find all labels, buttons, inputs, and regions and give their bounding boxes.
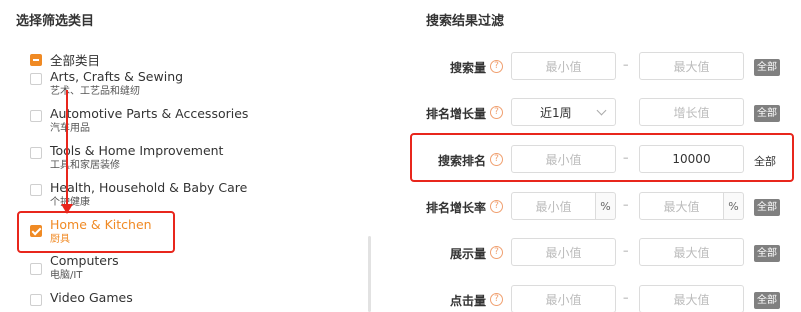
range-dash: – (623, 198, 629, 211)
checkbox[interactable] (30, 110, 42, 122)
category-label-en: Computers (50, 253, 119, 268)
percent-suffix: % (596, 192, 616, 220)
category-item-computers[interactable]: Computers 电脑/IT (30, 253, 119, 281)
category-all[interactable]: 全部类目 (30, 52, 100, 68)
category-label-zh: 电脑/IT (50, 269, 83, 281)
search-rank-max-input[interactable]: 10000 (639, 145, 744, 173)
search-rank-min-input[interactable]: 最小值 (511, 145, 616, 173)
checkbox[interactable] (30, 294, 42, 306)
checkbox[interactable] (30, 73, 42, 85)
all-button[interactable]: 全部 (754, 59, 780, 76)
filter-label-rank-growth: 排名增长量 (425, 107, 486, 121)
category-label-en: Automotive Parts & Accessories (50, 106, 249, 121)
category-label-zh: 个护健康 (50, 196, 90, 208)
all-button[interactable]: 全部 (754, 105, 780, 122)
category-label-en: Health, Household & Baby Care (50, 180, 248, 195)
category-all-label: 全部类目 (50, 53, 101, 68)
filter-label-search-rank: 搜索排名 (437, 154, 486, 168)
question-circle-icon[interactable]: ? (490, 60, 503, 73)
chevron-down-icon (596, 105, 607, 115)
filter-label-rank-growth-rate: 排名增长率 (425, 201, 486, 215)
search-volume-min-input[interactable]: 最小值 (511, 52, 616, 80)
impressions-max-input[interactable]: 最大值 (639, 238, 744, 266)
category-list-scrollbar[interactable] (368, 236, 371, 312)
annotation-arrow-line (66, 90, 68, 208)
rank-growth-rate-min-input[interactable]: 最小值 (511, 192, 596, 220)
filter-section-title: 搜索结果过滤 (426, 14, 505, 29)
category-label-zh: 艺术、工艺品和缝纫 (50, 85, 140, 97)
question-circle-icon[interactable]: ? (490, 106, 503, 119)
impressions-min-input[interactable]: 最小值 (511, 238, 616, 266)
period-select[interactable]: 近1周 (511, 98, 616, 126)
category-label-zh: 汽车用品 (50, 122, 90, 134)
category-label-en: Tools & Home Improvement (50, 143, 224, 158)
all-button[interactable]: 全部 (754, 153, 776, 169)
category-label-en: Arts, Crafts & Sewing (50, 69, 184, 84)
range-dash: – (623, 291, 629, 304)
category-item-tools[interactable]: Tools & Home Improvement 工具和家居装修 (30, 143, 224, 171)
percent-suffix: % (724, 192, 744, 220)
question-circle-icon[interactable]: ? (490, 246, 503, 259)
range-dash: – (623, 151, 629, 164)
search-volume-max-input[interactable]: 最大值 (639, 52, 744, 80)
category-item-arts-crafts[interactable]: Arts, Crafts & Sewing 艺术、工艺品和缝纫 (30, 69, 184, 97)
rank-growth-rate-max-input[interactable]: 最大值 (639, 192, 724, 220)
filter-label-clicks: 点击量 (449, 294, 486, 308)
all-button[interactable]: 全部 (754, 292, 780, 309)
filter-label-search-volume: 搜索量 (449, 61, 486, 75)
all-button[interactable]: 全部 (754, 199, 780, 216)
period-select-value: 近1周 (540, 105, 572, 120)
checkbox[interactable] (30, 263, 42, 275)
annotation-highlight-category (17, 211, 175, 253)
clicks-max-input[interactable]: 最大值 (639, 285, 744, 312)
question-circle-icon[interactable]: ? (490, 293, 503, 306)
category-item-automotive[interactable]: Automotive Parts & Accessories 汽车用品 (30, 106, 249, 134)
rank-growth-input[interactable]: 增长值 (639, 98, 744, 126)
range-dash: – (623, 244, 629, 257)
question-circle-icon[interactable]: ? (490, 200, 503, 213)
question-circle-icon[interactable]: ? (490, 153, 503, 166)
checkbox[interactable] (30, 184, 42, 196)
filter-label-impressions: 展示量 (449, 247, 486, 261)
range-dash: – (623, 58, 629, 71)
category-label-zh: 工具和家居装修 (50, 159, 120, 171)
category-label-en: Video Games (50, 290, 133, 305)
checkbox-indeterminate-icon[interactable] (30, 54, 42, 66)
category-item-video-games[interactable]: Video Games (30, 290, 133, 306)
checkbox[interactable] (30, 147, 42, 159)
clicks-min-input[interactable]: 最小值 (511, 285, 616, 312)
category-section-title: 选择筛选类目 (16, 14, 95, 29)
all-button[interactable]: 全部 (754, 245, 780, 262)
